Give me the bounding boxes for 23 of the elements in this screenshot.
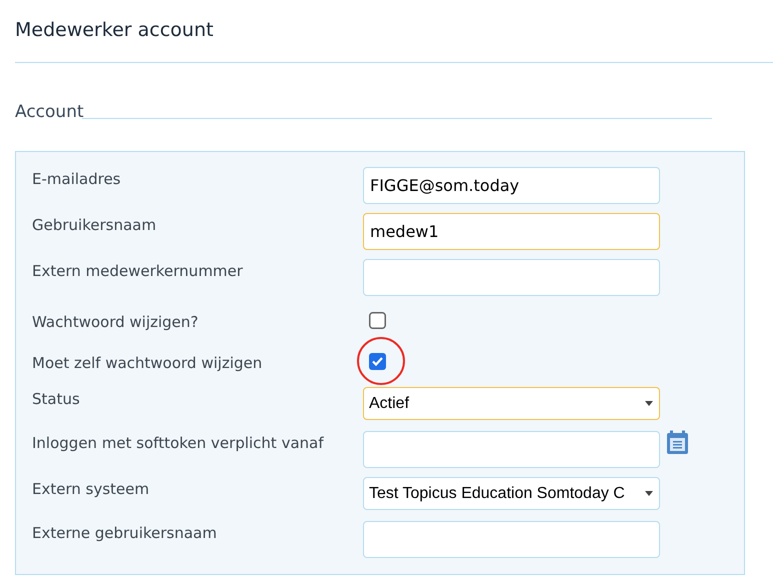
field-label: E-mailadres <box>31 169 122 190</box>
field-label: Externe gebruikersnaam <box>31 523 218 544</box>
field-label: Status <box>31 389 81 410</box>
text-field[interactable] <box>363 259 660 296</box>
select-dropdown[interactable]: Actief <box>363 387 660 420</box>
section-legend: Account <box>15 101 84 123</box>
caret-icon <box>645 491 653 496</box>
select-dropdown[interactable]: Test Topicus Education Somtoday C <box>363 477 660 510</box>
field-label: Moet zelf wachtwoord wijzigen <box>31 353 264 374</box>
text-field[interactable] <box>363 521 660 558</box>
date-field[interactable] <box>363 431 660 468</box>
checkbox[interactable] <box>369 352 386 370</box>
checkbox[interactable] <box>369 312 386 328</box>
field-label: Inloggen met softtoken verplicht vanaf <box>31 433 325 454</box>
field-label: Gebruikersnaam <box>31 215 158 236</box>
field-label: Wachtwoord wijzigen? <box>31 312 200 333</box>
field-label: Extern medewerkernummer <box>31 261 244 282</box>
calendar-icon[interactable] <box>666 430 689 455</box>
text-field[interactable]: medew1 <box>363 213 660 250</box>
caret-icon <box>645 401 653 406</box>
text-field[interactable]: FIGGE@som.today <box>363 167 660 204</box>
page-title: Medewerker account <box>15 18 214 43</box>
field-label: Extern systeem <box>31 479 150 500</box>
